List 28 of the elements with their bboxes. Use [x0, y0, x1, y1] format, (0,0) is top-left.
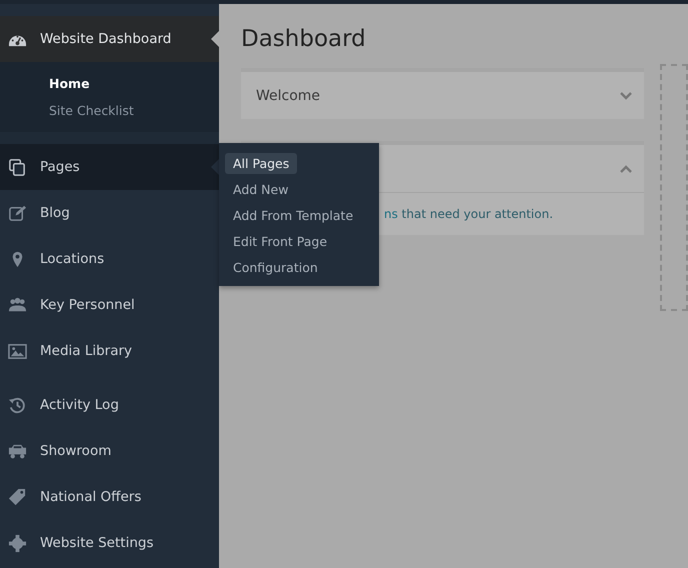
sidebar-item[interactable]: Website Dashboard — [0, 16, 219, 62]
sidebar-item[interactable]: Media Library — [0, 328, 219, 374]
menu-item[interactable]: Configuration — [225, 257, 326, 278]
chevron-down-icon[interactable] — [620, 92, 632, 100]
pages-icon — [8, 158, 27, 176]
history-icon — [8, 396, 27, 414]
sidebar-item[interactable]: National Offers — [0, 474, 219, 520]
sidebar-item[interactable]: Pages — [0, 144, 219, 190]
chevron-up-icon[interactable] — [620, 164, 632, 172]
sidebar-item[interactable]: Blog — [0, 190, 219, 236]
edit-icon — [8, 204, 27, 222]
sidebar-item[interactable]: Locations — [0, 236, 219, 282]
sidebar-item[interactable]: Activity Log — [0, 382, 219, 428]
notice-text: ns that need your attention. — [384, 207, 554, 221]
menu-item[interactable]: All Pages — [225, 153, 298, 174]
image-icon — [8, 342, 27, 360]
page-title: Dashboard — [241, 26, 367, 52]
menu-item[interactable]: Add From Template — [225, 205, 362, 226]
menu-item[interactable]: Edit Front Page — [225, 231, 336, 252]
sidebar-item[interactable]: Showroom — [0, 428, 219, 474]
tag-icon — [8, 488, 27, 506]
sidebar-item[interactable]: Key Personnel — [0, 282, 219, 328]
panel-title: Welcome — [256, 88, 320, 104]
sidebar-item[interactable]: Website Settings — [0, 520, 219, 566]
pointer-icon — [211, 31, 219, 47]
submenu-item[interactable]: Home — [49, 70, 219, 97]
menu-item[interactable]: Add New — [225, 179, 296, 200]
submenu-item[interactable]: Site Checklist — [49, 97, 219, 124]
